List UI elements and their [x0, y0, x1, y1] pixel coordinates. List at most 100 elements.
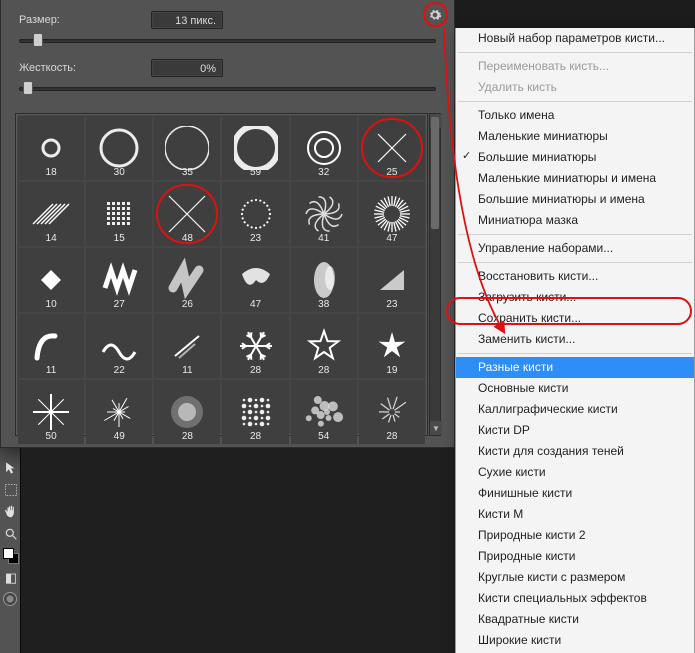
brush-thumbnail[interactable]: 10	[18, 248, 84, 312]
menu-item[interactable]: Сухие кисти	[456, 462, 694, 483]
menu-item[interactable]: Круглые кисти с размером	[456, 567, 694, 588]
menu-item[interactable]: Широкие кисти	[456, 630, 694, 651]
grid-scrollbar[interactable]: ▲ ▼	[429, 113, 441, 436]
brush-thumbnail[interactable]: 28	[154, 380, 220, 444]
canvas-area[interactable]	[20, 448, 455, 653]
quick-mask-toggle[interactable]	[3, 592, 17, 606]
menu-item[interactable]: Загрузить кисти...	[456, 287, 694, 308]
dashed-rect-icon	[4, 483, 18, 497]
brush-size-label: 23	[359, 299, 425, 310]
brush-size-label: 28	[222, 365, 288, 376]
brush-thumbnail[interactable]: 50	[18, 380, 84, 444]
brush-thumbnail[interactable]: 59	[222, 116, 288, 180]
brush-size-label: 19	[359, 365, 425, 376]
brush-size-label: 27	[86, 299, 152, 310]
size-control: Размер: 13 пикс.	[19, 10, 436, 30]
swatches[interactable]	[3, 548, 19, 564]
scroll-thumb[interactable]	[431, 117, 439, 229]
color-hint: ◧	[3, 570, 19, 586]
size-label: Размер:	[19, 14, 151, 26]
move-tool[interactable]	[3, 460, 19, 476]
brush-thumbnail[interactable]: 18	[18, 116, 84, 180]
brush-thumbnail[interactable]: 22	[86, 314, 152, 378]
brush-preview-icon	[97, 324, 141, 368]
brush-thumbnail[interactable]: 15	[86, 182, 152, 246]
menu-item[interactable]: Каллиграфические кисти	[456, 399, 694, 420]
brush-thumbnail[interactable]: 27	[86, 248, 152, 312]
brush-thumbnail[interactable]: 25	[359, 116, 425, 180]
menu-item[interactable]: Заменить кисти...	[456, 329, 694, 350]
menu-item[interactable]: Только имена	[456, 105, 694, 126]
menu-item[interactable]: Сохранить кисти...	[456, 308, 694, 329]
size-value-input[interactable]: 13 пикс.	[151, 11, 223, 29]
brush-preview-icon	[97, 192, 141, 236]
brush-thumbnail[interactable]: 49	[86, 380, 152, 444]
menu-item[interactable]: Разные кисти	[456, 357, 694, 378]
gear-menu-button[interactable]	[424, 4, 446, 26]
brush-thumbnail[interactable]: 11	[18, 314, 84, 378]
size-slider[interactable]	[19, 34, 436, 48]
zoom-tool[interactable]	[3, 526, 19, 542]
brush-preview-icon	[165, 324, 209, 368]
brush-preview-icon	[370, 192, 414, 236]
brush-thumbnail[interactable]: 47	[222, 248, 288, 312]
menu-item[interactable]: Маленькие миниатюры	[456, 126, 694, 147]
brush-thumbnail[interactable]: 47	[359, 182, 425, 246]
brush-thumbnail[interactable]: 38	[291, 248, 357, 312]
hardness-control: Жесткость: 0%	[19, 58, 436, 78]
marquee-tool[interactable]	[3, 482, 19, 498]
menu-item[interactable]: Миниатюра мазка	[456, 210, 694, 231]
brush-thumbnail[interactable]: 48	[154, 182, 220, 246]
brush-thumbnail[interactable]: 28	[291, 314, 357, 378]
brush-size-label: 28	[291, 365, 357, 376]
menu-item[interactable]: Основные кисти	[456, 378, 694, 399]
menu-item[interactable]: Квадратные кисти	[456, 609, 694, 630]
brush-thumbnail[interactable]: 28	[222, 380, 288, 444]
brush-thumbnail[interactable]: 32	[291, 116, 357, 180]
brush-thumbnail[interactable]: 28	[222, 314, 288, 378]
hardness-slider[interactable]	[19, 82, 436, 96]
brush-size-label: 22	[86, 365, 152, 376]
brush-thumbnail[interactable]: 26	[154, 248, 220, 312]
menu-item[interactable]: Управление наборами...	[456, 238, 694, 259]
brush-size-label: 47	[359, 233, 425, 244]
brush-thumbnail[interactable]: 19	[359, 314, 425, 378]
brush-thumbnail[interactable]: 11	[154, 314, 220, 378]
menu-item[interactable]: Кисти M	[456, 504, 694, 525]
hand-icon	[4, 505, 18, 519]
menu-item[interactable]: Маленькие миниатюры и имена	[456, 168, 694, 189]
brush-thumbnail[interactable]: 23	[359, 248, 425, 312]
brush-thumbnail[interactable]: 30	[86, 116, 152, 180]
menu-separator	[458, 353, 692, 354]
check-icon	[462, 151, 472, 161]
brush-preview-icon	[234, 126, 278, 170]
menu-separator	[458, 234, 692, 235]
menu-item[interactable]: Новый набор параметров кисти...	[456, 28, 694, 49]
menu-item[interactable]: Финишные кисти	[456, 483, 694, 504]
brush-preview-icon	[97, 390, 141, 434]
brush-size-label: 14	[18, 233, 84, 244]
scroll-down-button[interactable]: ▼	[430, 421, 442, 435]
menu-item[interactable]: Природные кисти 2	[456, 525, 694, 546]
brush-thumbnail[interactable]: 54	[291, 380, 357, 444]
hardness-value-input[interactable]: 0%	[151, 59, 223, 77]
menu-item[interactable]: Кисти для создания теней	[456, 441, 694, 462]
menu-item[interactable]: Большие миниатюры и имена	[456, 189, 694, 210]
brush-thumbnail[interactable]: 35	[154, 116, 220, 180]
brush-thumbnail[interactable]: 23	[222, 182, 288, 246]
magnifier-icon	[4, 527, 18, 541]
brush-thumbnail[interactable]: 41	[291, 182, 357, 246]
menu-item[interactable]: Большие миниатюры	[456, 147, 694, 168]
brush-thumbnail[interactable]: 28	[359, 380, 425, 444]
brush-thumbnail[interactable]: 14	[18, 182, 84, 246]
brush-preview-icon	[97, 126, 141, 170]
brush-preview-icon	[302, 324, 346, 368]
menu-item[interactable]: Природные кисти	[456, 546, 694, 567]
menu-separator	[458, 101, 692, 102]
hand-tool[interactable]	[3, 504, 19, 520]
menu-item[interactable]: Кисти специальных эффектов	[456, 588, 694, 609]
menu-item[interactable]: Восстановить кисти...	[456, 266, 694, 287]
brush-preview-icon	[302, 258, 346, 302]
menu-item: Переименовать кисть...	[456, 56, 694, 77]
menu-item[interactable]: Кисти DP	[456, 420, 694, 441]
